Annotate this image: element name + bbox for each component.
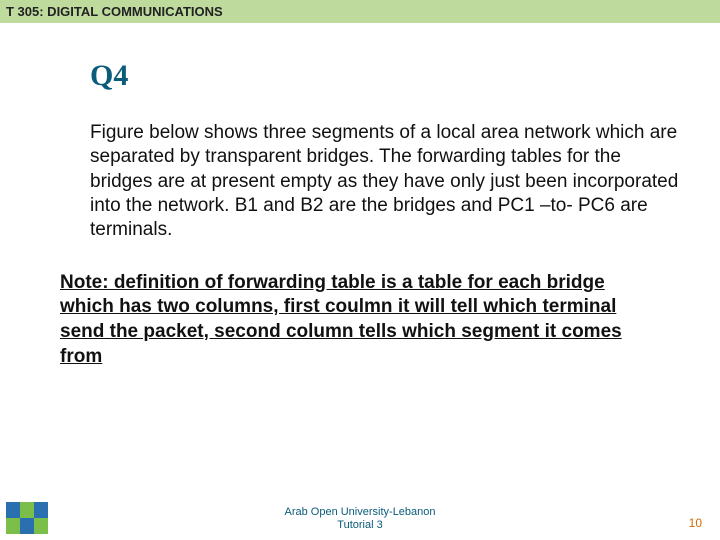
course-header: T 305: DIGITAL COMMUNICATIONS [0, 0, 720, 23]
question-body: Figure below shows three segments of a l… [90, 121, 680, 243]
slide-footer: Arab Open University-Lebanon Tutorial 3 [0, 506, 720, 532]
question-number: Q4 [90, 59, 680, 93]
note-definition: Note: definition of forwarding table is … [60, 271, 680, 370]
footer-institution: Arab Open University-Lebanon [284, 506, 435, 518]
page-number: 10 [689, 516, 702, 530]
footer-subtitle: Tutorial 3 [337, 519, 382, 531]
course-code: T 305: DIGITAL COMMUNICATIONS [6, 4, 223, 19]
slide-content: Q4 Figure below shows three segments of … [0, 23, 720, 369]
